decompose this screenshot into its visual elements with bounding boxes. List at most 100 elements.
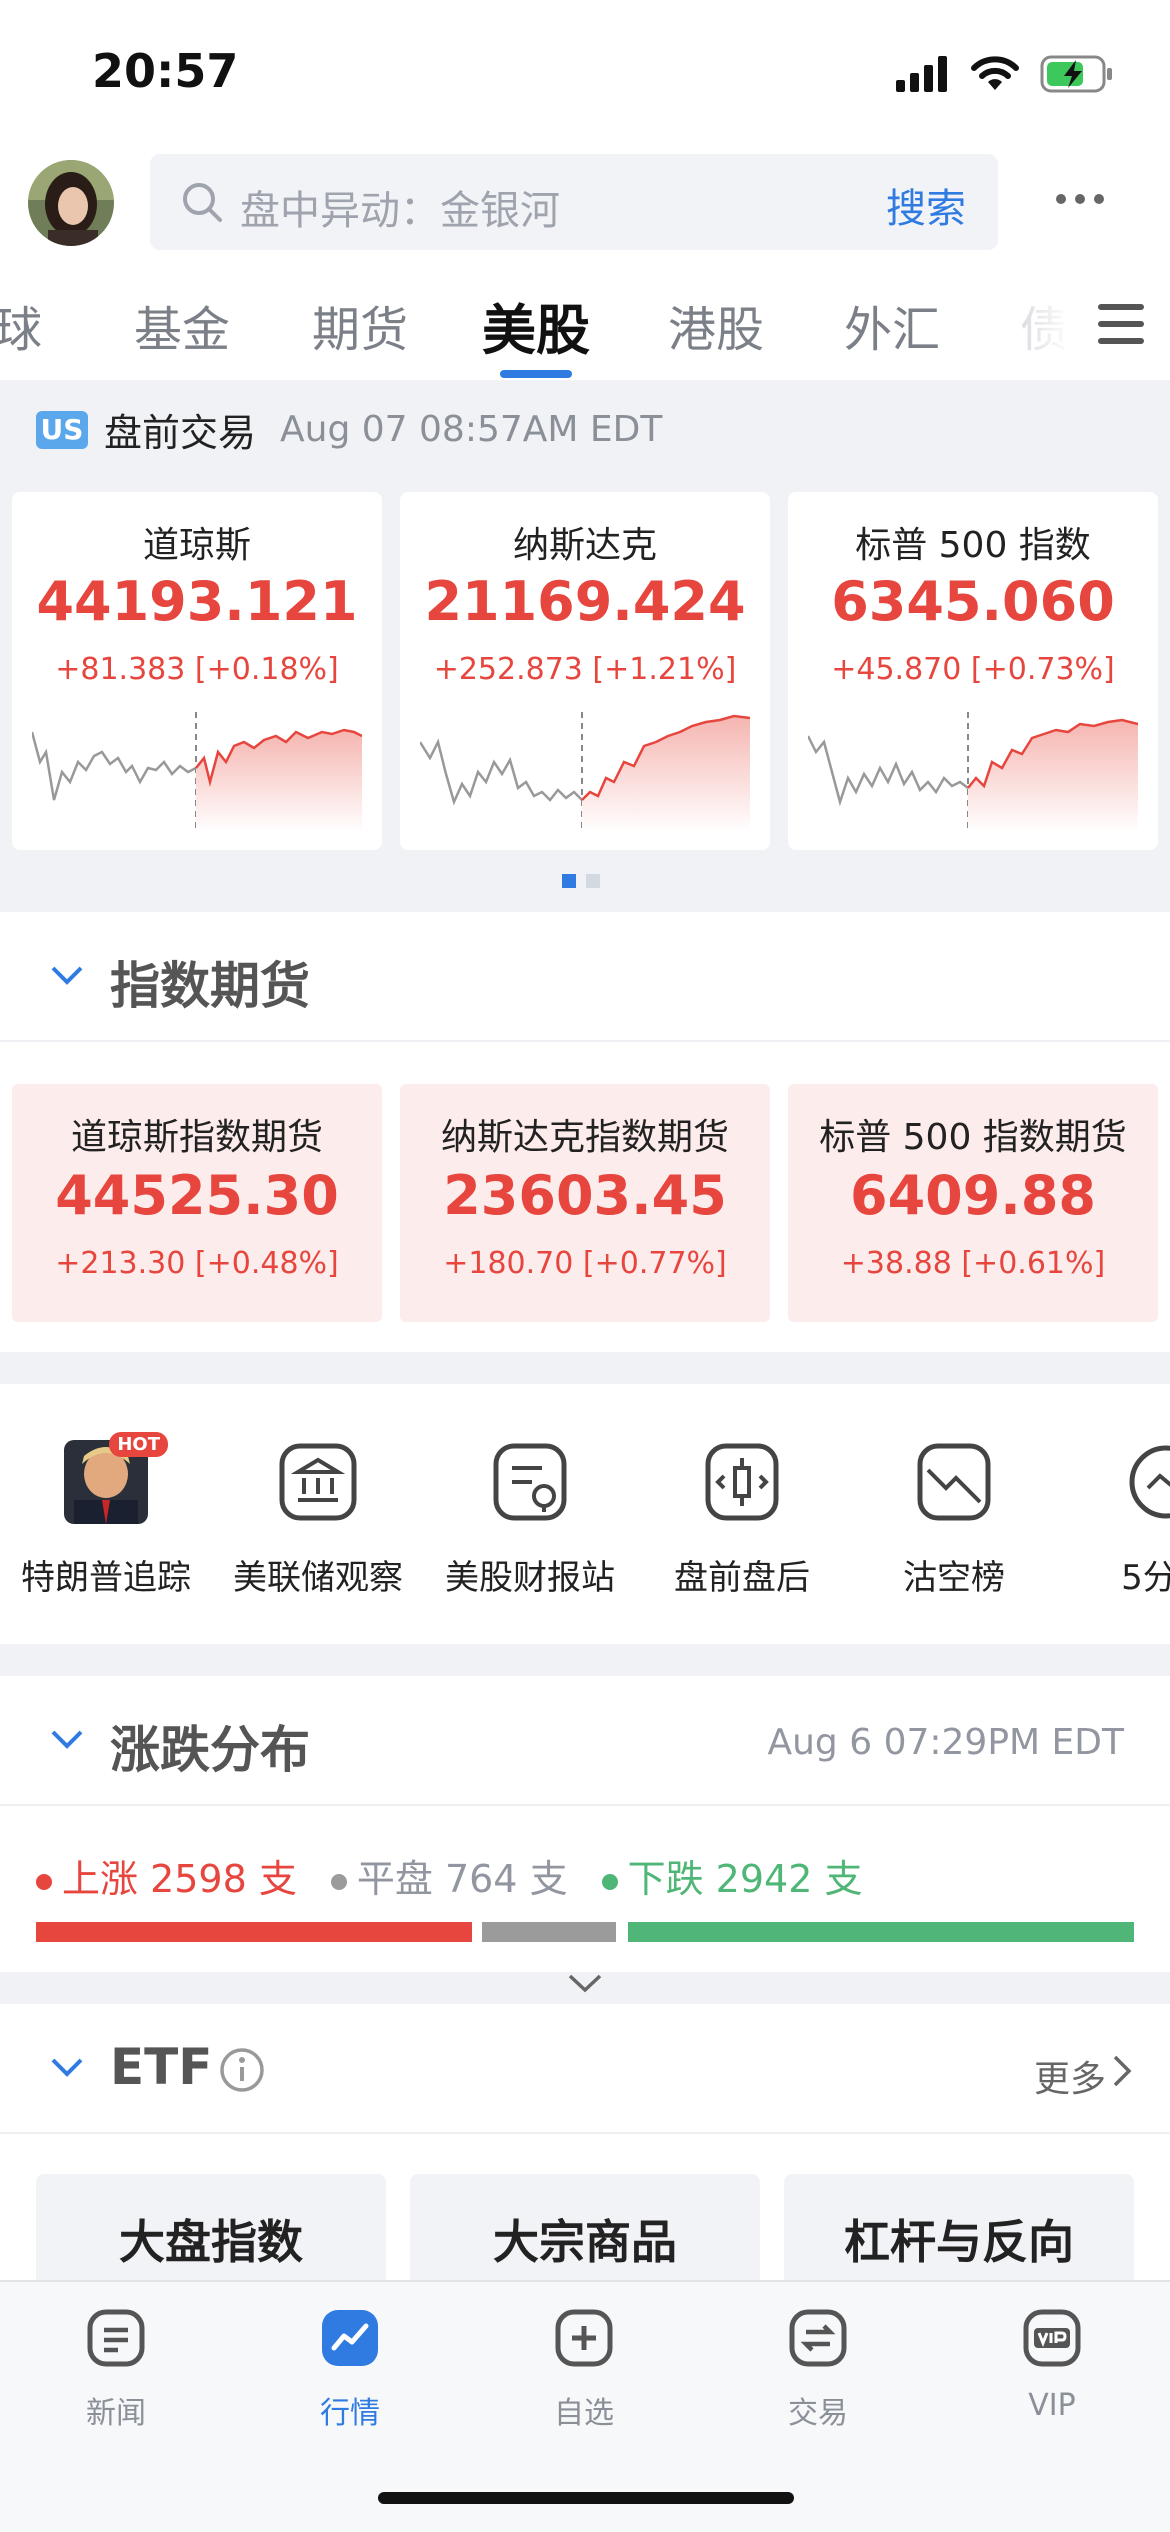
trade-exchange-icon <box>789 2309 847 2367</box>
info-icon[interactable] <box>218 2046 266 2094</box>
search-icon <box>183 183 222 222</box>
candlestick-icon <box>700 1440 784 1524</box>
index-sparkline <box>32 712 362 832</box>
distribution-header[interactable]: 涨跌分布 Aug 6 07:29PM EDT <box>0 1676 1170 1806</box>
index-card-dow[interactable]: 道琼斯 44193.121 +81.383 [+0.18%] <box>12 492 382 850</box>
nav-vip[interactable]: VIP <box>982 2308 1122 2423</box>
futures-card-nasdaq[interactable]: 纳斯达克指数期货 23603.45 +180.70 [+0.77%] <box>400 1084 770 1322</box>
up-bar <box>36 1922 472 1942</box>
shortcut-trump-tracker[interactable]: HOT 特朗普追踪 <box>6 1432 206 1599</box>
down-count-item: 下跌 2942 支 <box>601 1848 862 1903</box>
shortcut-label: 5分钟 <box>1121 1558 1170 1598</box>
expand-chevron-icon[interactable] <box>566 1972 604 1994</box>
distribution-legend: 上涨 2598 支 平盘 764 支 下跌 2942 支 <box>36 1848 862 1903</box>
futures-card-dow[interactable]: 道琼斯指数期货 44525.30 +213.30 [+0.48%] <box>12 1084 382 1322</box>
futures-header[interactable]: 指数期货 <box>0 912 1170 1042</box>
shortcut-label: 盘前盘后 <box>674 1558 810 1598</box>
distribution-title: 涨跌分布 <box>110 1721 310 1779</box>
battery-charging-icon <box>1040 55 1112 93</box>
nav-label: 交易 <box>788 2396 848 2431</box>
us-badge: US <box>36 410 88 449</box>
futures-value: 44525.30 <box>55 1164 339 1227</box>
shortcut-short-list[interactable]: 沽空榜 <box>854 1440 1054 1599</box>
chevron-right-icon[interactable] <box>1112 2054 1132 2088</box>
index-name: 道琼斯 <box>142 525 251 566</box>
shortcut-5-minute[interactable]: 5分钟 <box>1066 1440 1170 1599</box>
bottom-nav: 新闻 行情 自选 交易 VIP <box>0 2280 1170 2532</box>
search-bar[interactable]: 盘中异动：金银河 搜索 <box>150 154 998 250</box>
tab-funds[interactable]: 基金 <box>134 290 230 360</box>
index-value: 6345.060 <box>831 570 1115 633</box>
tab-futures[interactable]: 期货 <box>312 290 408 360</box>
down-bar <box>628 1922 1134 1942</box>
nav-market[interactable]: 行情 <box>280 2308 420 2432</box>
nav-label: 新闻 <box>86 2396 146 2431</box>
index-card-nasdaq[interactable]: 纳斯达克 21169.424 +252.873 [+1.21%] <box>400 492 770 850</box>
search-placeholder[interactable]: 盘中异动：金银河 <box>240 178 560 236</box>
tab-forex[interactable]: 外汇 <box>844 290 940 360</box>
up-count: 上涨 2598 支 <box>62 1857 297 1901</box>
nav-label: 行情 <box>320 2396 380 2431</box>
nav-label: VIP <box>1028 2388 1076 2423</box>
futures-name: 道琼斯指数期货 <box>70 1117 323 1158</box>
home-indicator <box>378 2492 794 2504</box>
shortcut-label: 美股财报站 <box>445 1558 615 1598</box>
hot-badge: HOT <box>109 1432 168 1457</box>
tab-global[interactable]: 球 <box>0 290 42 360</box>
nav-news[interactable]: 新闻 <box>46 2308 186 2432</box>
add-square-icon <box>555 2309 613 2367</box>
clock-icon <box>1124 1440 1170 1524</box>
futures-name: 纳斯达克指数期货 <box>440 1117 729 1158</box>
trend-down-icon <box>912 1440 996 1524</box>
index-value: 21169.424 <box>424 570 746 633</box>
futures-card-sp500[interactable]: 标普 500 指数期货 6409.88 +38.88 [+0.61%] <box>788 1084 1158 1322</box>
futures-value: 23603.45 <box>443 1164 727 1227</box>
report-icon <box>488 1440 572 1524</box>
index-change: +252.873 [+1.21%] <box>433 652 737 687</box>
index-sparkline <box>808 712 1138 832</box>
etf-title: ETF <box>110 2038 213 2096</box>
premarket-header: US 盘前交易 Aug 07 08:57AM EDT <box>36 402 662 457</box>
more-options-icon[interactable] <box>1056 194 1104 204</box>
chevron-down-icon <box>51 1730 83 1749</box>
premarket-time: Aug 07 08:57AM EDT <box>280 409 663 450</box>
nav-trade[interactable]: 交易 <box>748 2308 888 2432</box>
futures-change: +180.70 [+0.77%] <box>443 1246 727 1281</box>
etf-more-link[interactable]: 更多 <box>1034 2050 1106 2102</box>
tab-hk-stocks[interactable]: 港股 <box>668 290 764 360</box>
futures-name: 标普 500 指数期货 <box>819 1117 1127 1158</box>
nav-watchlist[interactable]: 自选 <box>514 2308 654 2432</box>
shortcut-pre-post-market[interactable]: 盘前盘后 <box>642 1440 842 1599</box>
active-tab-indicator <box>500 370 572 378</box>
premarket-title: 盘前交易 <box>104 411 257 455</box>
top-bar: 盘中异动：金银河 搜索 <box>0 140 1170 260</box>
avatar-image <box>28 160 114 246</box>
distribution-time: Aug 6 07:29PM EDT <box>767 1722 1124 1763</box>
vip-badge-icon <box>1023 2309 1081 2367</box>
index-card-sp500[interactable]: 标普 500 指数 6345.060 +45.870 [+0.73%] <box>788 492 1158 850</box>
index-change: +81.383 [+0.18%] <box>55 652 339 687</box>
carousel-pager[interactable] <box>562 874 600 888</box>
shortcuts-section: HOT 特朗普追踪 美联储观察 美股财报站 盘前盘后 沽空榜 5分 <box>0 1384 1170 1644</box>
news-icon <box>87 2309 145 2367</box>
futures-value: 6409.88 <box>850 1164 1096 1227</box>
market-tabs: 球 基金 期货 美股 港股 外汇 债 <box>0 260 1170 380</box>
etf-header[interactable]: ETF 更多 <box>0 2004 1170 2134</box>
shortcut-fed-watch[interactable]: 美联储观察 <box>218 1440 418 1599</box>
chevron-down-icon <box>51 966 83 985</box>
up-count-item: 上涨 2598 支 <box>36 1848 297 1903</box>
status-time: 20:57 <box>92 44 239 98</box>
index-sparkline <box>420 712 750 832</box>
avatar[interactable] <box>28 160 114 246</box>
tab-menu-icon[interactable] <box>1098 304 1144 355</box>
tab-us-stocks[interactable]: 美股 <box>482 286 590 365</box>
index-name: 标普 500 指数 <box>855 525 1091 566</box>
trump-avatar-icon: HOT <box>64 1432 168 1524</box>
distribution-section: 涨跌分布 Aug 6 07:29PM EDT 上涨 2598 支 平盘 764 … <box>0 1676 1170 1993</box>
shortcut-earnings[interactable]: 美股财报站 <box>430 1440 630 1599</box>
status-bar: 20:57 <box>0 0 1170 140</box>
shortcut-label: 美联储观察 <box>233 1558 403 1598</box>
search-button[interactable]: 搜索 <box>886 176 966 234</box>
premarket-section: US 盘前交易 Aug 07 08:57AM EDT 道琼斯 44193.121… <box>0 380 1170 900</box>
flat-bar <box>482 1922 616 1942</box>
